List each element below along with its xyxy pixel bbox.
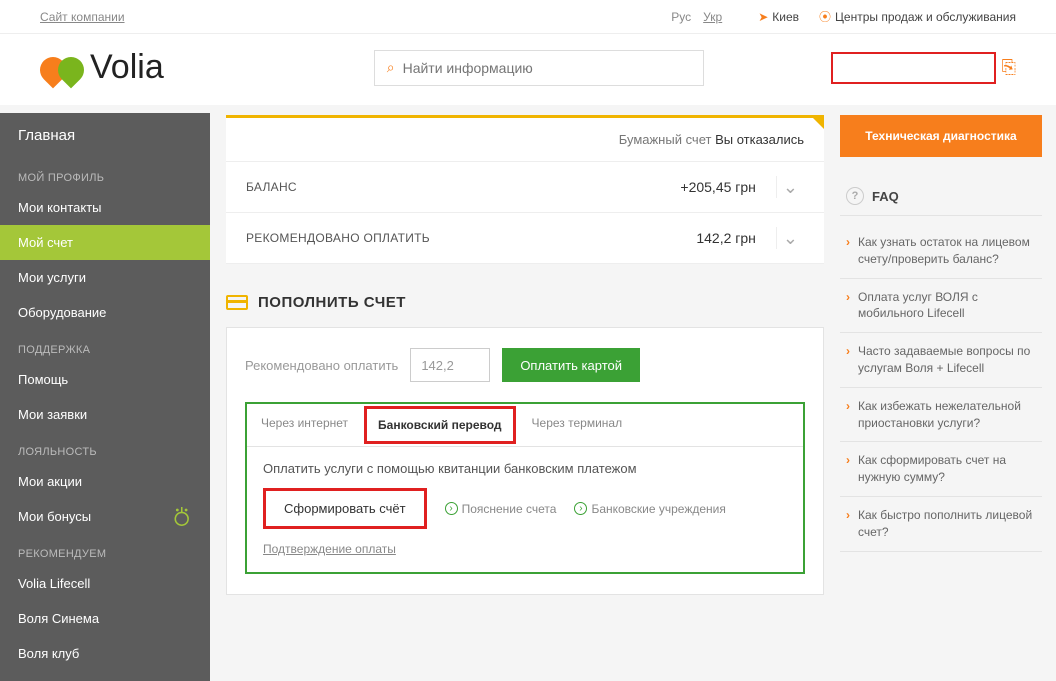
- faq-item[interactable]: ›Часто задаваемые вопросы по услугам Вол…: [840, 333, 1042, 388]
- tab-bank-transfer[interactable]: Банковский перевод: [364, 406, 516, 444]
- balance-row[interactable]: БАЛАНС +205,45 грн ⌄: [226, 162, 824, 213]
- topup-recommend-label: Рекомендовано оплатить: [245, 358, 398, 373]
- recommend-value: 142,2 грн: [696, 230, 756, 246]
- faq-item[interactable]: ›Как избежать нежелательной приостановки…: [840, 388, 1042, 443]
- centers-label: Центры продаж и обслуживания: [835, 10, 1016, 24]
- question-icon: ?: [846, 187, 864, 205]
- chevron-right-icon: ›: [846, 452, 850, 486]
- faq-item[interactable]: ›Оплата услуг ВОЛЯ с мобильного Lifecell: [840, 279, 1042, 334]
- sidebar-section-support: ПОДДЕРЖКА: [0, 330, 210, 362]
- pay-card-button[interactable]: Оплатить картой: [502, 348, 640, 382]
- right-column: Техническая диагностика ? FAQ ›Как узнат…: [840, 113, 1056, 681]
- recommend-label: РЕКОМЕНДОВАНО ОПЛАТИТЬ: [246, 231, 430, 245]
- payment-confirmation-link[interactable]: Подтверждение оплаты: [263, 542, 396, 556]
- gift-icon: ⛣: [172, 502, 192, 531]
- company-site-link[interactable]: Сайт компании: [40, 10, 125, 24]
- login-box[interactable]: [831, 52, 996, 84]
- faq-text: Как избежать нежелательной приостановки …: [858, 398, 1036, 432]
- city-selector[interactable]: ➤ Киев: [758, 10, 799, 24]
- faq-item[interactable]: ›Как узнать остаток на лицевом счету/про…: [840, 224, 1042, 279]
- sidebar-item-promos[interactable]: Мои акции: [0, 464, 210, 499]
- sidebar-item-help[interactable]: Помощь: [0, 362, 210, 397]
- sidebar-item-services[interactable]: Мои услуги: [0, 260, 210, 295]
- bank-transfer-desc: Оплатить услуги с помощью квитанции банк…: [263, 461, 787, 476]
- logo-mark-icon: [40, 53, 86, 83]
- invoice-explain-link[interactable]: › Пояснение счета: [445, 502, 557, 516]
- city-label: Киев: [772, 10, 799, 24]
- diagnostics-button[interactable]: Техническая диагностика: [840, 115, 1042, 157]
- sidebar-item-bonuses[interactable]: Мои бонусы: [0, 499, 172, 534]
- paper-label: Бумажный счет: [619, 132, 712, 147]
- chevron-down-icon[interactable]: ⌄: [776, 176, 804, 198]
- faq-text: Как быстро пополнить лицевой счет?: [858, 507, 1036, 541]
- sidebar-item-tickets[interactable]: Мои заявки: [0, 397, 210, 432]
- chevron-right-icon: ›: [846, 289, 850, 323]
- lang-ru[interactable]: Рус: [671, 10, 691, 24]
- chevron-down-icon[interactable]: ⌄: [776, 227, 804, 249]
- card-icon: [226, 295, 248, 310]
- topup-title: ПОПОЛНИТЬ СЧЕТ: [258, 294, 406, 311]
- lang-uk[interactable]: Укр: [703, 10, 722, 24]
- search-icon: ⌕: [387, 59, 395, 76]
- faq-item[interactable]: ›Как сформировать счет на нужную сумму?: [840, 442, 1042, 497]
- chevron-right-icon: ›: [846, 507, 850, 541]
- faq-title: FAQ: [872, 189, 899, 204]
- exit-icon[interactable]: ⎘: [1002, 57, 1016, 78]
- search-input[interactable]: [403, 60, 691, 76]
- tab-internet[interactable]: Через интернет: [247, 404, 362, 446]
- chevron-right-icon: ›: [846, 343, 850, 377]
- paper-status: Вы отказались: [715, 132, 804, 147]
- explain-label: Пояснение счета: [462, 502, 557, 516]
- chevron-right-icon: ›: [846, 234, 850, 268]
- search-box[interactable]: ⌕: [374, 50, 704, 86]
- sidebar-section-recommend: РЕКОМЕНДУЕМ: [0, 534, 210, 566]
- balance-value: +205,45 грн: [680, 179, 756, 195]
- sidebar-item-account[interactable]: Мой счет: [0, 225, 210, 260]
- sidebar-section-profile: МОЙ ПРОФИЛЬ: [0, 158, 210, 190]
- main-content: Бумажный счет Вы отказались БАЛАНС +205,…: [210, 113, 840, 681]
- tab-terminal[interactable]: Через терминал: [518, 404, 637, 446]
- sidebar-item-contacts[interactable]: Мои контакты: [0, 190, 210, 225]
- sidebar-item-equipment[interactable]: Оборудование: [0, 295, 210, 330]
- location-arrow-icon: ➤: [758, 10, 768, 24]
- banks-link[interactable]: › Банковские учреждения: [574, 502, 725, 516]
- recommend-row[interactable]: РЕКОМЕНДОВАНО ОПЛАТИТЬ 142,2 грн ⌄: [226, 213, 824, 264]
- faq-text: Оплата услуг ВОЛЯ с мобильного Lifecell: [858, 289, 1036, 323]
- paper-invoice-row: Бумажный счет Вы отказались: [226, 118, 824, 162]
- faq-text: Как сформировать счет на нужную сумму?: [858, 452, 1036, 486]
- service-centers-link[interactable]: ⦿ Центры продаж и обслуживания: [819, 8, 1016, 25]
- sidebar-section-loyalty: ЛОЯЛЬНОСТЬ: [0, 432, 210, 464]
- sidebar-item-main[interactable]: Главная: [0, 113, 210, 158]
- topup-title-row: ПОПОЛНИТЬ СЧЕТ: [226, 294, 824, 311]
- banks-label: Банковские учреждения: [591, 502, 725, 516]
- faq-item[interactable]: ›Как быстро пополнить лицевой счет?: [840, 497, 1042, 552]
- faq-text: Часто задаваемые вопросы по услугам Воля…: [858, 343, 1036, 377]
- logo[interactable]: Volia: [40, 48, 164, 87]
- faq-text: Как узнать остаток на лицевом счету/пров…: [858, 234, 1036, 268]
- chevron-right-icon: ›: [846, 398, 850, 432]
- pin-icon: ⦿: [819, 8, 831, 25]
- arrow-circle-icon: ›: [445, 502, 458, 515]
- logo-text: Volia: [90, 48, 164, 87]
- balance-label: БАЛАНС: [246, 180, 297, 194]
- generate-invoice-button[interactable]: Сформировать счёт: [263, 488, 427, 529]
- faq-heading: ? FAQ: [840, 177, 1042, 216]
- sidebar-item-cinema[interactable]: Воля Синема: [0, 601, 210, 636]
- arrow-circle-icon: ›: [574, 502, 587, 515]
- sidebar-item-lifecell[interactable]: Volia Lifecell: [0, 566, 210, 601]
- sidebar: Главная МОЙ ПРОФИЛЬ Мои контакты Мой сче…: [0, 113, 210, 681]
- amount-input[interactable]: [410, 348, 490, 382]
